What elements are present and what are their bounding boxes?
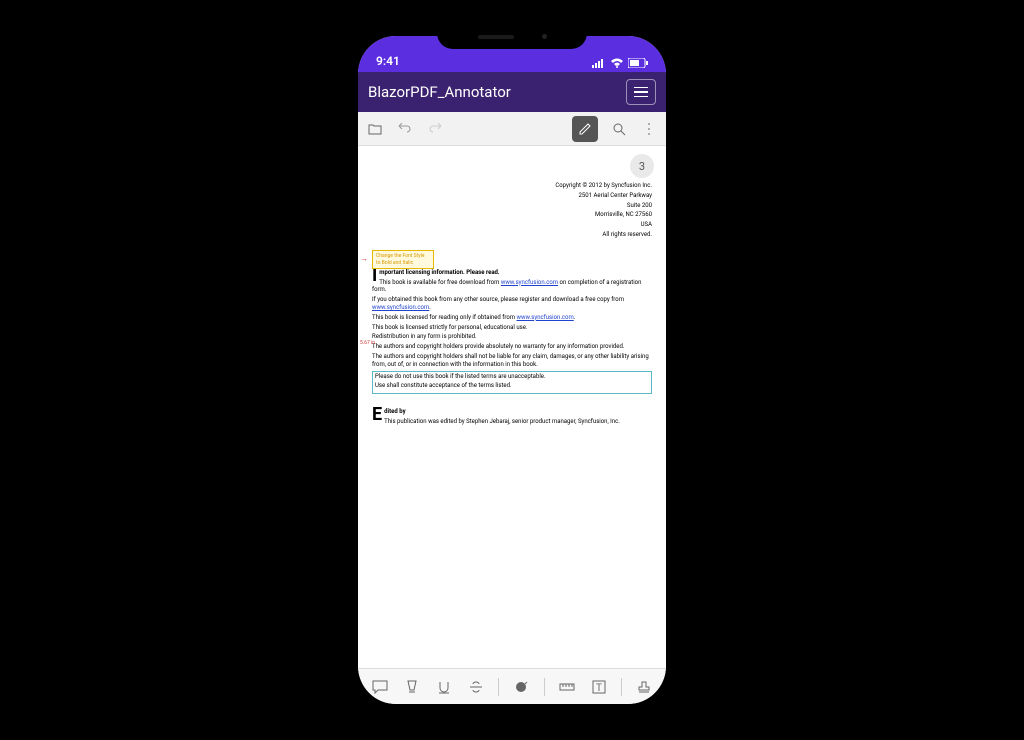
measure-icon[interactable] (557, 677, 577, 697)
search-icon[interactable] (610, 120, 628, 138)
undo-icon[interactable] (396, 120, 414, 138)
pdf-viewport[interactable]: 3 → Change the Font Style to Bold and It… (358, 146, 666, 668)
phone-notch (437, 24, 587, 49)
measurement-label: 5.67 in (360, 340, 375, 347)
app-header: BlazorPDF_Annotator (358, 72, 666, 112)
paragraph: This publication was edited by Stephen J… (372, 418, 652, 426)
link[interactable]: www.syncfusion.com (517, 314, 574, 321)
stamp-icon[interactable] (634, 677, 654, 697)
rectangle-annotation[interactable]: Please do not use this book if the liste… (372, 371, 652, 395)
phone-frame: 9:41 BlazorPDF_Annotator (346, 24, 678, 716)
status-time: 9:41 (376, 54, 400, 68)
strikethrough-icon[interactable] (466, 677, 486, 697)
section-heading: dited by (384, 408, 405, 415)
link[interactable]: www.syncfusion.com (372, 304, 429, 311)
paragraph: Redistribution in any form is prohibited… (372, 333, 652, 341)
address-line: 2501 Aerial Center Parkway (368, 192, 652, 200)
paragraph: The authors and copyright holders shall … (372, 353, 652, 369)
underline-icon[interactable] (434, 677, 454, 697)
pdf-page: → Change the Font Style to Bold and Ital… (368, 182, 656, 426)
app-title: BlazorPDF_Annotator (368, 83, 511, 101)
highlight-icon[interactable] (402, 677, 422, 697)
drop-cap: I (372, 269, 377, 283)
address-line: USA (368, 221, 652, 229)
body-text: Important licensing information. Please … (368, 269, 656, 426)
annotation-toolbar: T (358, 668, 666, 704)
redo-icon[interactable] (426, 120, 444, 138)
divider (621, 678, 622, 696)
paragraph: Please do not use this book if the liste… (375, 373, 649, 381)
annotation-sticky-note[interactable]: Change the Font Style to Bold and Italic (372, 250, 434, 269)
paragraph: Use shall constitute acceptance of the t… (375, 382, 649, 390)
wifi-icon (610, 58, 624, 68)
page-number-badge: 3 (630, 154, 654, 178)
paragraph: This book is licensed strictly for perso… (372, 324, 652, 332)
freetext-icon[interactable]: T (589, 677, 609, 697)
address-line: Morrisville, NC 27560 (368, 211, 652, 219)
paragraph: If you obtained this book from any other… (372, 296, 652, 312)
menu-button[interactable] (626, 79, 656, 105)
paragraph: The authors and copyright holders provid… (372, 343, 652, 351)
edited-section: Edited by This publication was edited by… (372, 408, 652, 426)
screen: 9:41 BlazorPDF_Annotator (358, 36, 666, 704)
svg-text:T: T (596, 683, 602, 694)
rights-line: All rights reserved. (368, 231, 652, 239)
open-file-icon[interactable] (366, 120, 384, 138)
battery-icon (628, 58, 648, 68)
copyright-block: Copyright © 2012 by Syncfusion Inc. 2501… (368, 182, 652, 239)
section-heading: mportant licensing information. Please r… (379, 269, 499, 276)
signal-icon (592, 58, 606, 68)
paragraph: This book is available for free download… (372, 279, 652, 295)
copyright-line: Copyright © 2012 by Syncfusion Inc. (368, 182, 652, 190)
more-icon[interactable] (640, 120, 658, 138)
shape-circle-icon[interactable] (511, 677, 531, 697)
link[interactable]: www.syncfusion.com (501, 279, 558, 286)
annotate-icon[interactable] (572, 116, 598, 142)
address-line: Suite 200 (368, 202, 652, 210)
status-icons (592, 58, 648, 68)
comment-icon[interactable] (370, 677, 390, 697)
drop-cap: E (372, 408, 382, 422)
paragraph: This book is licensed for reading only i… (372, 314, 652, 322)
divider (498, 678, 499, 696)
annotation-arrow-icon: → (360, 254, 368, 264)
top-toolbar (358, 112, 666, 146)
divider (544, 678, 545, 696)
